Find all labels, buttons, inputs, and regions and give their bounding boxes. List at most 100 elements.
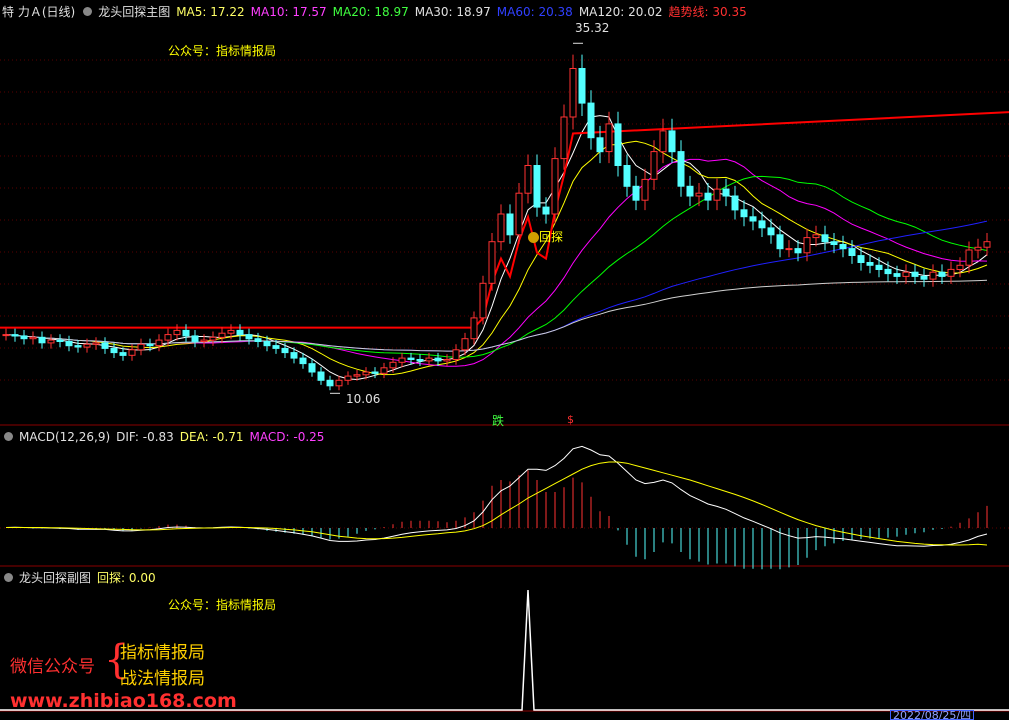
- candle-body-104: [938, 271, 946, 277]
- candle-body-42: [380, 367, 388, 374]
- candle-body-88: [794, 248, 802, 254]
- grid-lines: [0, 59, 1009, 712]
- candle-body-82: [740, 209, 748, 218]
- candle-body-61: [551, 158, 559, 215]
- candle-body-1: [11, 334, 19, 337]
- candle-body-90: [812, 234, 820, 239]
- candle-body-109: [983, 241, 991, 248]
- candle-body-79: [713, 188, 721, 201]
- candle-body-27: [245, 334, 253, 340]
- candle-body-24: [218, 332, 226, 338]
- ma120-value: MA120: 20.02: [578, 5, 663, 19]
- candle-body-44: [398, 357, 406, 363]
- candle-body-64: [578, 68, 586, 104]
- candle-body-4: [38, 336, 46, 344]
- candle-body-36: [326, 379, 334, 387]
- candle-body-69: [623, 165, 631, 187]
- candle-body-48: [434, 357, 442, 362]
- candle-body-96: [866, 262, 874, 266]
- candle-body-108: [974, 246, 982, 251]
- candle-body-80: [722, 188, 730, 197]
- candle-body-89: [803, 237, 811, 254]
- candle-body-39: [353, 374, 361, 377]
- candle-body-55: [497, 213, 505, 243]
- main-header: 特 力Ａ(日线) 龙头回探主图 MA5: 17.22 MA10: 17.57 MA20:…: [2, 5, 753, 19]
- candle-body-8: [74, 345, 82, 348]
- candle-body-21: [191, 335, 199, 342]
- candle-body-94: [848, 248, 856, 257]
- candle-body-20: [182, 329, 190, 337]
- candle-body-98: [884, 268, 892, 275]
- candle-body-46: [416, 359, 424, 362]
- macd-value: MACD: -0.25: [249, 430, 325, 444]
- candle-body-43: [389, 361, 397, 369]
- candle-body-38: [344, 375, 352, 381]
- candle-body-56: [506, 213, 514, 236]
- settings-circle-icon[interactable]: [83, 7, 93, 16]
- candle-body-28: [254, 338, 262, 343]
- macd-panel[interactable]: [5, 445, 988, 570]
- candle-body-50: [452, 349, 460, 360]
- candle-body-81: [731, 195, 739, 211]
- candle-body-67: [605, 123, 613, 153]
- candle-body-35: [317, 371, 325, 381]
- candle-body-106: [956, 264, 964, 270]
- candle-body-58: [524, 165, 532, 194]
- candle-body-11: [101, 342, 109, 349]
- settings-circle-icon[interactable]: [4, 432, 13, 441]
- candle-body-59: [533, 165, 541, 208]
- watermark-line1: 指标情报局: [120, 643, 205, 663]
- candle-body-100: [902, 271, 910, 277]
- candle-body-37: [335, 379, 343, 387]
- candle-body-95: [857, 255, 865, 264]
- candle-body-31: [281, 347, 289, 354]
- money-bag-icon: [528, 232, 539, 243]
- macd-header: MACD(12,26,9) DIF: -0.83 DEA: -0.71 MACD: -…: [2, 430, 330, 444]
- candle-body-66: [596, 137, 604, 153]
- candle-body-49: [443, 359, 451, 362]
- candle-body-25: [227, 329, 235, 334]
- die-marker: 跌: [492, 414, 505, 428]
- candle-body-103: [929, 271, 937, 280]
- stock-chart[interactable]: [0, 0, 1009, 718]
- candle-body-99: [893, 273, 901, 277]
- sub-indicator-name[interactable]: 龙头回探副图: [19, 571, 91, 585]
- watermark-site: www.zhibiao168.com: [10, 690, 237, 712]
- candle-body-102: [920, 275, 928, 280]
- candle-body-70: [632, 185, 640, 201]
- candle-body-73: [659, 130, 667, 153]
- stock-name[interactable]: 特 力Ａ(日线): [2, 5, 75, 19]
- candle-body-86: [776, 234, 784, 250]
- sub-header: 龙头回探副图 回探: 0.00: [2, 571, 162, 585]
- macd-name[interactable]: MACD(12,26,9): [19, 430, 110, 444]
- dollar-marker: $: [567, 413, 574, 426]
- candle-body-10: [92, 342, 100, 345]
- ma5-value: MA5: 17.22: [176, 5, 245, 19]
- candle-body-26: [236, 329, 244, 336]
- candle-body-12: [110, 347, 118, 354]
- candle-body-14: [128, 349, 136, 356]
- candle-body-34: [308, 363, 316, 373]
- candle-body-77: [695, 192, 703, 197]
- watermark-wechat: 微信公众号: [10, 657, 95, 677]
- candle-body-7: [65, 341, 73, 347]
- candle-body-19: [173, 329, 181, 336]
- dea-line: [6, 461, 988, 546]
- trend-label: 趋势线: 30.35: [668, 5, 747, 19]
- candle-body-33: [299, 357, 307, 365]
- ma10-line: [5, 140, 988, 376]
- huitan-marker: 回探: [528, 228, 563, 245]
- settings-circle-icon[interactable]: [4, 573, 13, 582]
- candle-body-9: [83, 343, 91, 348]
- candle-body-32: [290, 352, 298, 359]
- dif-value: DIF: -0.83: [116, 430, 174, 444]
- candle-body-65: [587, 102, 595, 139]
- candle-body-22: [200, 339, 208, 343]
- gzh-main-note: 公众号：指标情报局: [168, 44, 277, 58]
- candle-body-51: [461, 338, 469, 351]
- ma30-value: MA30: 18.97: [414, 5, 491, 19]
- indicator-name[interactable]: 龙头回探主图: [98, 5, 170, 19]
- candle-body-68: [614, 123, 622, 166]
- candle-body-40: [362, 371, 370, 376]
- ma60-value: MA60: 20.38: [496, 5, 573, 19]
